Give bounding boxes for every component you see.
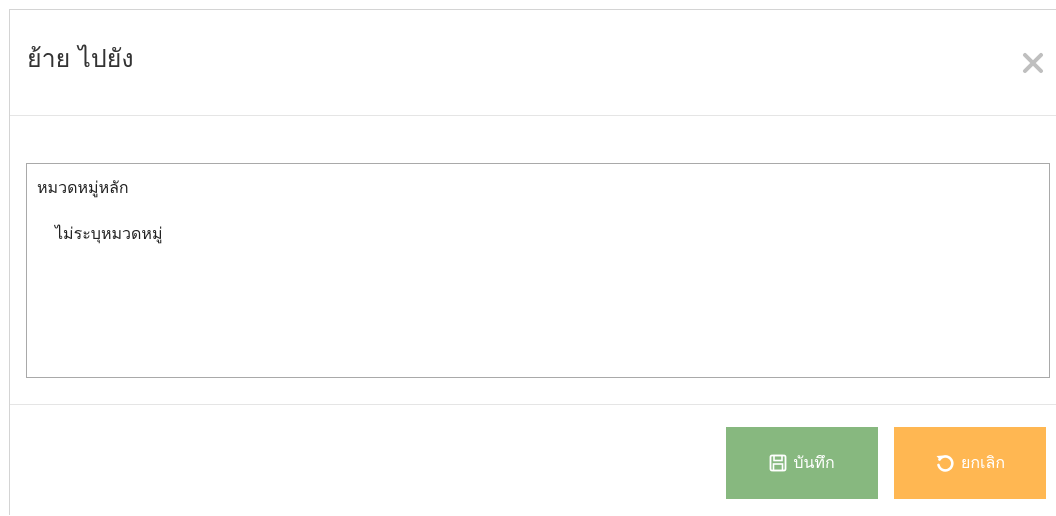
category-tree[interactable]: หมวดหมู่หลัก ไม่ระบุหมวดหมู่ — [26, 163, 1050, 378]
save-button[interactable]: บันทึก — [726, 427, 878, 499]
tree-item-uncategorized[interactable]: ไม่ระบุหมวดหมู่ — [55, 224, 163, 244]
dialog-footer: บันทึก ยกเลิก — [10, 405, 1056, 516]
cancel-button[interactable]: ยกเลิก — [894, 427, 1046, 499]
cancel-button-label: ยกเลิก — [960, 452, 1006, 472]
close-icon — [1018, 48, 1048, 78]
floppy-disk-icon — [769, 454, 787, 472]
dialog-header: ย้าย ไปยัง — [10, 10, 1056, 116]
move-to-dialog: ย้าย ไปยัง หมวดหมู่หลัก ไม่ระบุหมวดหมู่ — [9, 9, 1056, 515]
dialog-body: หมวดหมู่หลัก ไม่ระบุหมวดหมู่ — [10, 116, 1056, 405]
dialog-title: ย้าย ไปยัง — [27, 44, 134, 73]
save-button-label: บันทึก — [793, 452, 835, 472]
tree-item-root[interactable]: หมวดหมู่หลัก — [37, 178, 129, 198]
close-button[interactable] — [1018, 48, 1048, 78]
undo-icon — [935, 453, 955, 473]
